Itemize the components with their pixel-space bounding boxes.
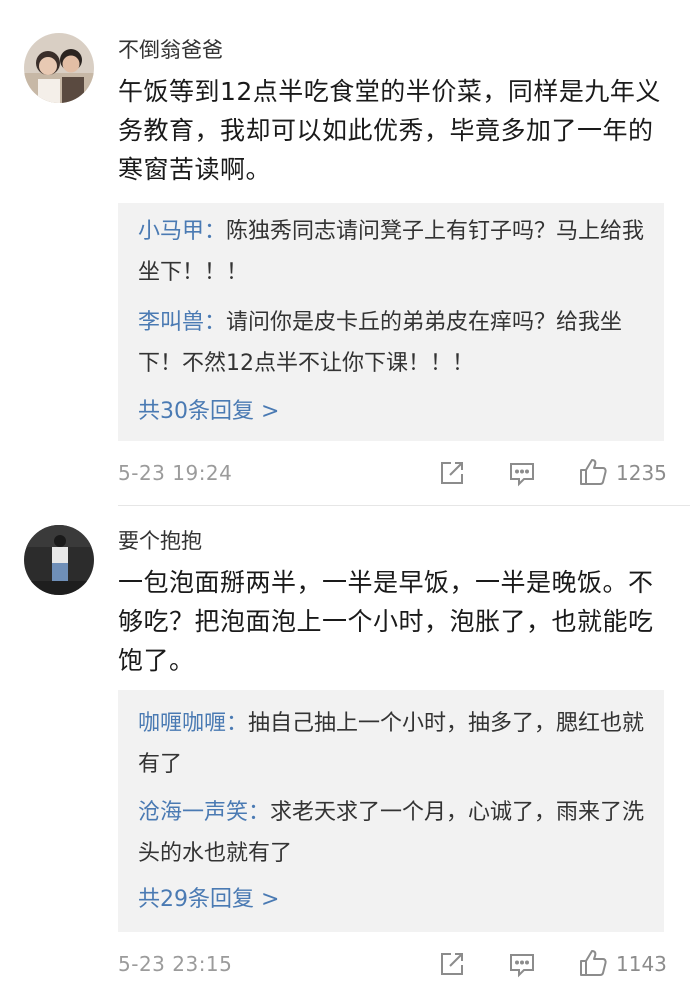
reply-item[interactable]: 小马甲：陈独秀同志请问凳子上有钉子吗？马上给我坐下！！！: [138, 211, 656, 293]
avatar[interactable]: [24, 525, 94, 595]
more-replies-link[interactable]: 共30条回复 >: [138, 397, 279, 427]
comment-text: 一包泡面掰两半，一半是早饭，一半是晚饭。不够吃？把泡面泡上一个小时，泡胀了，也就…: [118, 568, 654, 675]
share-icon[interactable]: [438, 950, 466, 978]
reply-item[interactable]: 李叫兽：请问你是皮卡丘的弟弟皮在痒吗？给我坐下！不然12点半不让你下课！！！: [138, 302, 656, 384]
reply-username[interactable]: 咖喱咖喱：: [138, 711, 248, 736]
reply-username[interactable]: 小马甲：: [138, 219, 226, 244]
comment-username[interactable]: 不倒翁爸爸: [118, 38, 223, 62]
reply-username[interactable]: 李叫兽：: [138, 310, 226, 335]
comment-username[interactable]: 要个抱抱: [118, 529, 202, 553]
share-icon[interactable]: [438, 459, 466, 487]
comment-icon[interactable]: [508, 459, 536, 487]
like-count: 1143: [616, 952, 667, 976]
like-count: 1235: [616, 461, 667, 485]
reply-username[interactable]: 沧海一声笑：: [138, 800, 270, 825]
comment-timestamp: 5-23 19:24: [118, 461, 233, 485]
comment-timestamp: 5-23 23:15: [118, 952, 233, 976]
reply-box: 小马甲：陈独秀同志请问凳子上有钉子吗？马上给我坐下！！！ 李叫兽：请问你是皮卡丘…: [118, 203, 664, 441]
reply-item[interactable]: 沧海一声笑：求老天求了一个月，心诚了，雨来了洗头的水也就有了: [138, 792, 656, 874]
comment-icon[interactable]: [508, 950, 536, 978]
more-replies-link[interactable]: 共29条回复 >: [138, 885, 279, 915]
comment-item: 不倒翁爸爸 午饭等到12点半吃食堂的半价菜，同样是九年义务教育，我却可以如此优秀…: [0, 0, 690, 506]
comment-item: 要个抱抱 一包泡面掰两半，一半是早饭，一半是晚饭。不够吃？把泡面泡上一个小时，泡…: [0, 500, 690, 978]
reply-item[interactable]: 咖喱咖喱：抽自己抽上一个小时，抽多了，腮红也就有了: [138, 703, 656, 785]
reply-box: 咖喱咖喱：抽自己抽上一个小时，抽多了，腮红也就有了 沧海一声笑：求老天求了一个月…: [118, 690, 664, 932]
avatar[interactable]: [24, 33, 94, 103]
comment-text: 午饭等到12点半吃食堂的半价菜，同样是九年义务教育，我却可以如此优秀，毕竟多加了…: [118, 77, 661, 184]
like-icon[interactable]: [578, 948, 607, 976]
like-icon[interactable]: [578, 457, 607, 485]
